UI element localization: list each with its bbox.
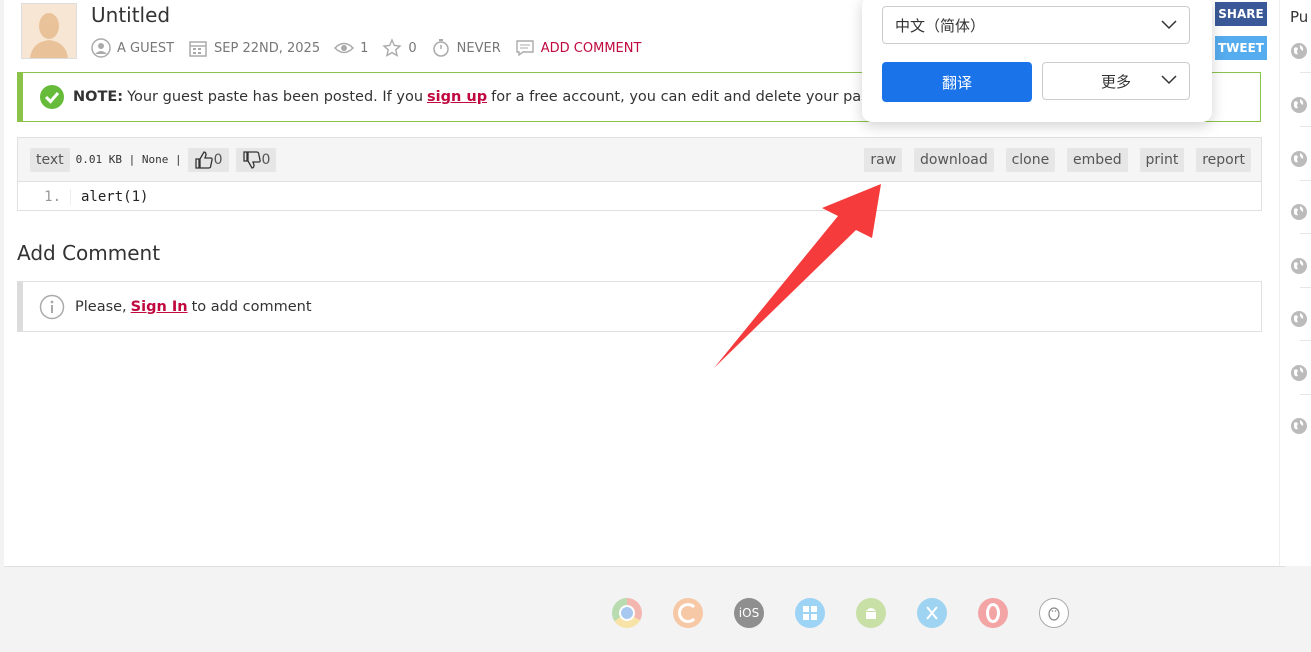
calendar-icon [189,41,207,57]
raw-button[interactable]: raw [864,147,903,172]
timer-icon [432,39,449,57]
code-header: text 0.01 KB | None | 0 0 raw download c… [18,138,1261,182]
avatar-icon [22,4,76,58]
thumbs-down-icon [242,150,261,169]
language-select[interactable]: 中文（简体） [882,6,1190,44]
dislike-count: 0 [261,151,271,168]
red-arrow-annotation [714,184,881,368]
sign-up-link[interactable]: sign up [427,89,487,105]
paste-meta: A GUEST SEP 22ND, 2025 1 0 NEVER ADD COM… [91,38,655,58]
sign-in-link[interactable]: Sign In [131,299,188,315]
windows-icon[interactable] [795,598,825,628]
chrome-icon[interactable] [612,598,642,628]
sidebar-divider [1300,287,1311,288]
expiry-value: NEVER [456,40,501,56]
prompt-before: Please, [75,298,127,315]
sidebar-divider [1300,233,1311,234]
code-actions: raw download clone embed print report [856,147,1251,172]
add-comment-link[interactable]: ADD COMMENT [515,39,642,57]
thumbs-up-icon [194,150,213,169]
info-icon [39,294,65,319]
paste-date: SEP 22ND, 2025 [214,40,321,56]
note-text-after: for a free account, you can edit and del… [491,89,897,105]
meta-views: 1 [334,41,368,56]
sign-in-prompt: Please, Sign In to add comment [17,281,1262,332]
embed-button[interactable]: embed [1067,147,1128,172]
globe-icon[interactable] [1290,310,1308,328]
print-button[interactable]: print [1139,147,1185,172]
code-line: 1. alert(1) [18,182,1261,212]
report-button[interactable]: report [1196,147,1251,172]
code-box: text 0.01 KB | None | 0 0 raw download c… [17,137,1262,211]
sidebar-divider [1300,180,1311,181]
check-circle-icon [40,85,64,109]
firefox-icon[interactable] [673,598,703,628]
sidebar-divider [1300,126,1311,127]
sidebar-divider [1300,340,1311,341]
globe-icon[interactable] [1290,364,1308,382]
eye-icon [334,42,355,54]
globe-icon[interactable] [1290,150,1308,168]
twitter-tweet-button[interactable]: TWEET [1215,36,1267,60]
tux-logo [1048,607,1060,621]
meta-date: SEP 22ND, 2025 [188,38,320,58]
opera-icon[interactable] [978,598,1008,628]
paste-title: Untitled [91,3,171,27]
globe-icon[interactable] [1290,96,1308,114]
like-button[interactable]: 0 [187,147,229,172]
code-text[interactable]: alert(1) [71,189,148,205]
prompt-after: to add comment [191,298,312,315]
globe-icon[interactable] [1290,203,1308,221]
star-count: 0 [408,40,417,56]
footer-app-icons: iOS [612,598,1100,628]
selected-language: 中文（简体） [895,16,986,35]
linux-icon[interactable] [1039,598,1069,628]
more-button[interactable]: 更多 [1042,62,1190,100]
chevron-down-icon [1161,75,1177,85]
macos-icon[interactable] [917,598,947,628]
globe-icon[interactable] [1290,257,1308,275]
add-comment-label: ADD COMMENT [540,40,642,56]
more-label: 更多 [1100,72,1131,91]
chevron-down-icon [1161,20,1177,30]
view-count: 1 [360,40,369,56]
meta-author: A GUEST [91,38,174,58]
dislike-button[interactable]: 0 [235,147,277,172]
user-icon [91,38,111,58]
download-button[interactable]: download [914,147,994,172]
paste-info: 0.01 KB | None | [75,153,182,166]
android-icon[interactable] [856,598,886,628]
clone-button[interactable]: clone [1005,147,1056,172]
x-logo [926,606,938,620]
sidebar-divider [1300,394,1311,395]
syntax-button[interactable]: text [30,147,70,172]
meta-expiry: NEVER [431,38,501,58]
facebook-share-button[interactable]: SHARE [1215,2,1267,26]
ios-icon[interactable]: iOS [734,598,764,628]
meta-stars: 0 [382,38,417,58]
sidebar-heading: Pu [1290,8,1309,26]
add-comment-heading: Add Comment [17,241,161,265]
sidebar-divider [1300,72,1311,73]
translate-popup: 中文（简体） 翻译 更多 [862,0,1212,122]
note-text-before: Your guest paste has been posted. If you [127,89,424,105]
author-name: A GUEST [117,40,175,56]
note-label: NOTE: [73,89,124,105]
comment-icon [516,40,534,57]
translate-button[interactable]: 翻译 [882,62,1032,102]
star-icon [382,38,403,57]
globe-icon[interactable] [1290,42,1308,60]
guest-avatar [21,3,77,59]
line-number: 1. [18,189,71,205]
globe-icon[interactable] [1290,417,1308,435]
public-pastes-sidebar: Pu [1279,0,1311,566]
android-logo [866,608,876,619]
windows-logo [803,606,817,620]
like-count: 0 [213,151,223,168]
